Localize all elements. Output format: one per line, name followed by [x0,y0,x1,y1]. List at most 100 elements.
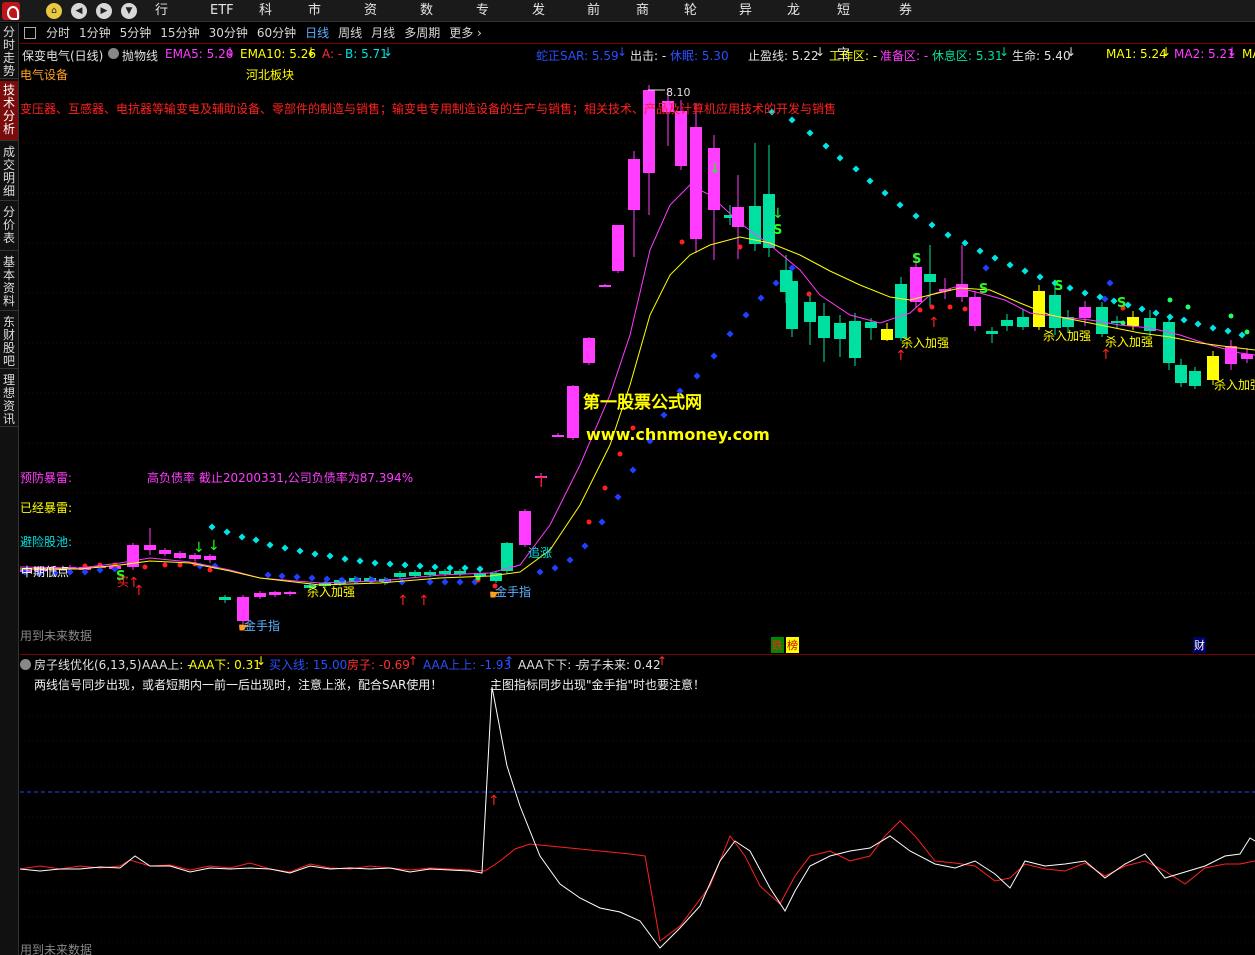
watermark-url: www.chnmoney.com [586,425,770,444]
sar-dot [1209,324,1217,332]
candle-body [969,297,981,326]
candle-body [409,572,421,576]
left-tab[interactable]: 成交明细 [0,143,18,201]
signal-dot [207,567,213,573]
top-t-marker: T [536,475,546,491]
dropdown-icon[interactable]: ▼ [121,3,137,19]
app-logo-icon[interactable] [2,2,20,20]
left-vertical-tabs: 分时走势技术分析成交明细分价表基本资料东财股吧理想资讯 [0,23,19,955]
candle-body [519,511,531,545]
prep-value: 准备区: - [880,49,929,63]
sar-dot [326,552,334,560]
sar-dot [461,564,469,572]
period-tab[interactable]: 多周期 [404,23,440,44]
menu-item[interactable]: ETF [210,0,234,22]
left-tab[interactable]: 基本资料 [0,253,18,311]
sar-dot [757,294,765,302]
candle-body [1001,320,1013,326]
signal-dot [1185,304,1191,310]
forward-icon[interactable]: ▶ [96,3,112,19]
period-tab[interactable]: 60分钟 [257,23,296,44]
stock-title[interactable]: 保变电气(日线) [22,47,103,64]
candle-body [1079,307,1091,318]
rest-value: 休眠: 5.30 [670,49,729,63]
sar-dot [772,279,780,287]
main-chart-pane[interactable]: ↑ ↑ ↑ ↑ ↑ ↑ ↑ ↓ ↓ ↓ ↓ S S S S S S T 保变电气(日线) 抛物线 EMA5: 5.… [20,45,1255,655]
signal-dot [142,564,148,570]
left-tab[interactable]: 技术分析 [0,81,18,141]
sar-dot [1152,309,1160,317]
peak-price-label: 8.10 [666,86,691,99]
candle-body [804,302,816,322]
period-tab[interactable]: 更多 › [449,23,482,44]
sector-label[interactable]: 电气设备 [20,66,68,83]
sar-dot [629,466,637,474]
badge-fall[interactable]: 跌 [771,637,784,653]
sar-dot [912,212,920,220]
house-line [20,820,1255,942]
candle-body [690,127,702,239]
home-icon[interactable]: ⌂ [46,3,62,19]
sar-dot [614,493,622,501]
period-tab[interactable]: 周线 [338,23,362,44]
period-tab[interactable]: 1分钟 [79,23,111,44]
exploded-label: 已经暴雷: [20,501,73,515]
back-icon[interactable]: ◀ [71,3,87,19]
left-tab[interactable]: 东财股吧 [0,313,18,369]
ema5-line [20,184,1255,584]
settings-circle-icon[interactable] [20,659,31,670]
note-1: 两线信号同步出现，或者短期内一前一后出现时，注意上涨，配合SAR使用！ [34,678,443,692]
candle-body [1049,295,1061,328]
sub-chart-svg: ↑ [20,686,1255,949]
house-future: 房子未来: 0.42 [578,658,661,672]
indicator-name[interactable]: 抛物线 [122,47,158,64]
arrow-down-icon: ↓ [999,45,1010,59]
sar-dot [581,542,589,550]
sar-dot [446,564,454,572]
stop-value: 止盈线: 5.22 [748,49,819,63]
candle-body [986,331,998,334]
main-chart-svg: ↑↑↑ ↑↑↑↑↓ ↓↓↓SSSS SST [20,85,1255,625]
sar-dot [1021,267,1029,275]
b-value: B: 5.71 [345,47,388,61]
badge-rank[interactable]: 榜 [786,637,799,653]
sar-dot [742,311,750,319]
warn-text: 高负债率 截止20200331,公司负债率为87.394% [147,471,414,485]
signal-dot [177,562,183,568]
signal-add: 杀入加强 [307,585,356,599]
aaa-up: AAA上: - [142,658,192,672]
left-tab[interactable]: 分价表 [0,203,18,251]
region-label[interactable]: 河北板块 [246,66,294,83]
sar-dot [1224,327,1232,335]
sub-indicator-pane[interactable]: ↑ 房子线优化(6,13,5) AAA上: - AAA下: 0.31 ↓ 买入线… [20,654,1255,955]
sub-title[interactable]: 房子线优化(6,13,5) [34,656,142,673]
badge-finance[interactable]: 财 [1193,637,1206,653]
left-tab[interactable]: 理想资讯 [0,371,18,427]
arrow-down-icon: ↓ [1227,45,1238,59]
period-tab[interactable]: 日线 [305,23,329,44]
business-description: 变压器、互感器、电抗器等输变电及辅助设备、零部件的制造与销售；输变电专用制造设备… [20,102,837,116]
candle-body [628,159,640,210]
candle-body [567,386,579,438]
period-tab[interactable]: 月线 [371,23,395,44]
candle-body [818,316,830,338]
layout-toggle-icon[interactable] [24,27,36,39]
period-tab[interactable]: 分时 [46,23,70,44]
period-tab[interactable]: 5分钟 [120,23,152,44]
arrow-down-icon: ↓ [772,206,784,222]
period-tabs: 分时 1分钟 5分钟 15分钟 30分钟 60分钟 日线 周线 月线 多周期 更多 › [46,23,491,44]
settings-circle-icon[interactable] [108,48,119,59]
sar-dot [371,559,379,567]
period-tab[interactable]: 30分钟 [209,23,248,44]
arrow-up-icon: ↑ [408,654,419,668]
arrow-down-icon: ↓ [193,540,205,556]
arrow-down-icon: ↓ [815,45,826,59]
sar-dot [456,578,464,586]
left-tab[interactable]: 分时走势 [0,23,18,79]
candle-body [675,111,687,166]
sar-dot [822,142,830,150]
sar-dot [431,563,439,571]
sar-dot [693,372,701,380]
period-tab[interactable]: 15分钟 [160,23,199,44]
candle-body [834,323,846,339]
